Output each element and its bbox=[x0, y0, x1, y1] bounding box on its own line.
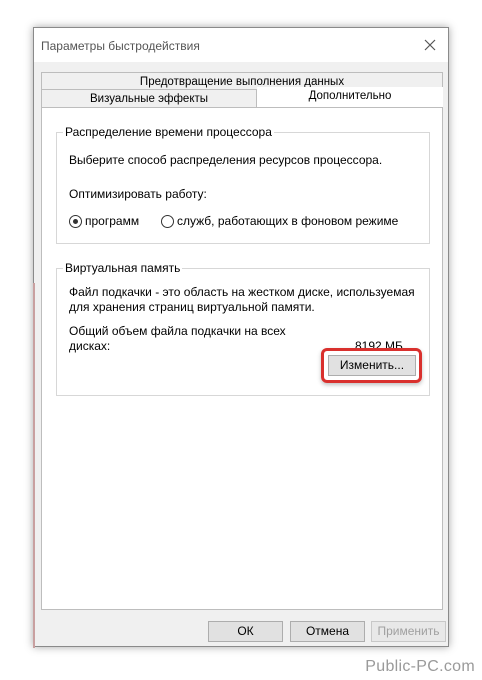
close-icon[interactable] bbox=[422, 37, 438, 53]
tab-label: Визуальные эффекты bbox=[89, 93, 209, 105]
processor-group-title: Распределение времени процессора bbox=[63, 125, 274, 139]
site-watermark: Public-PC.com bbox=[365, 658, 475, 675]
tab-advanced[interactable]: Дополнительно bbox=[257, 87, 443, 108]
performance-options-dialog: Параметры быстродействия Предотвращение … bbox=[33, 27, 449, 648]
window-edge-accent bbox=[33, 283, 35, 648]
title-bar: Параметры быстродействия bbox=[34, 28, 448, 62]
total-pagefile-label-line2: дисках: bbox=[69, 339, 111, 353]
ok-button[interactable]: ОК bbox=[208, 621, 283, 642]
window-title: Параметры быстродействия bbox=[41, 39, 200, 53]
tab-visual-effects[interactable]: Визуальные эффекты bbox=[41, 89, 257, 108]
radio-selected-dot bbox=[73, 219, 78, 224]
programs-radio[interactable] bbox=[69, 215, 82, 228]
apply-button[interactable]: Применить bbox=[371, 621, 446, 642]
processor-description: Выберите способ распределения ресурсов п… bbox=[69, 153, 383, 167]
programs-label[interactable]: программ bbox=[85, 214, 139, 228]
pagefile-description-line1: Файл подкачки - это область на жестком д… bbox=[69, 285, 415, 299]
optimize-label: Оптимизировать работу: bbox=[69, 187, 207, 201]
processor-scheduling-group: Распределение времени процессора Выберит… bbox=[56, 125, 430, 244]
background-services-radio[interactable] bbox=[161, 215, 174, 228]
cancel-button[interactable]: Отмена bbox=[290, 621, 365, 642]
change-button[interactable]: Изменить... bbox=[328, 355, 416, 376]
pagefile-description-line2: для хранения страниц виртуальной памяти. bbox=[69, 300, 315, 314]
virtual-memory-title: Виртуальная память bbox=[63, 261, 183, 275]
background-services-label[interactable]: служб, работающих в фоновом режиме bbox=[177, 214, 398, 228]
total-pagefile-label-line1: Общий объем файла подкачки на всех bbox=[69, 324, 286, 338]
tab-label: Дополнительно bbox=[308, 90, 392, 102]
